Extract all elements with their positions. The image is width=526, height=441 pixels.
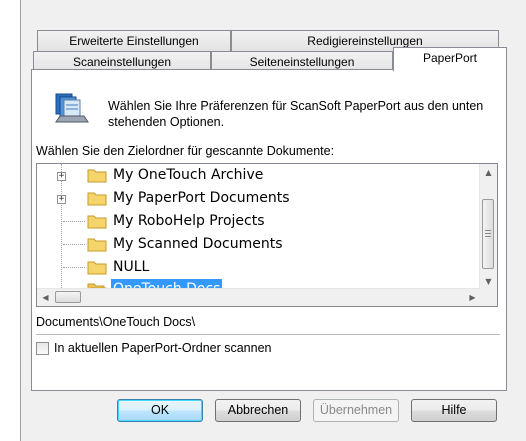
help-button[interactable]: Hilfe [411, 399, 497, 422]
expand-toggle[interactable]: + [57, 195, 66, 204]
tree-branch-line [63, 244, 85, 245]
folder-icon [87, 169, 107, 183]
tree-item[interactable]: NULL [111, 257, 151, 277]
paperport-scanner-icon [55, 93, 89, 123]
tree-item[interactable]: My PaperPort Documents [111, 188, 292, 208]
scan-current-folder-checkbox[interactable] [36, 341, 49, 355]
scrollbar-corner [480, 289, 497, 306]
tree-item[interactable]: My RoboHelp Projects [111, 211, 267, 231]
divider [36, 334, 500, 335]
tree-item[interactable]: My Scanned Documents [111, 234, 285, 254]
scroll-down-arrow-icon[interactable]: ▼ [480, 273, 497, 290]
ok-button[interactable]: OK [117, 399, 203, 422]
tab-panel-paperport: Wählen Sie Ihre Präferenzen für ScanSoft… [31, 69, 507, 391]
folder-tree[interactable]: + My OneTouch Archive + My PaperPort Doc… [36, 163, 498, 307]
grip-line [485, 236, 491, 237]
horizontal-scroll-thumb[interactable] [55, 291, 81, 303]
apply-button[interactable]: Übernehmen [313, 399, 399, 422]
folder-icon [87, 238, 107, 252]
tab-erweiterte-einstellungen[interactable]: Erweiterte Einstellungen [37, 30, 231, 51]
intro-text: Wählen Sie Ihre Präferenzen für ScanSoft… [108, 99, 484, 129]
dialog: Erweiterte Einstellungen Redigiereinstel… [20, 0, 526, 441]
grip-line [485, 233, 491, 234]
folder-icon [87, 261, 107, 275]
tree-guide-line [61, 164, 62, 290]
folder-icon [87, 215, 107, 229]
tree-branch-line [63, 267, 85, 268]
grip-line [485, 230, 491, 231]
vertical-scrollbar[interactable]: ▲ ▼ [479, 164, 497, 290]
scroll-up-arrow-icon[interactable]: ▲ [480, 164, 497, 181]
scan-current-folder-label[interactable]: In aktuellen PaperPort-Ordner scannen [54, 341, 272, 355]
vertical-scroll-thumb[interactable] [482, 199, 494, 269]
scroll-left-arrow-icon[interactable]: ◀ [37, 289, 54, 306]
tree-item[interactable]: My OneTouch Archive [111, 165, 265, 185]
scan-current-folder-option[interactable]: In aktuellen PaperPort-Ordner scannen [36, 341, 272, 355]
folder-icon [87, 192, 107, 206]
selected-path: Documents\OneTouch Docs\ [36, 315, 196, 329]
tab-paperport[interactable]: PaperPort [393, 47, 507, 71]
folder-select-label: Wählen Sie den Zielordner für gescannte … [36, 144, 335, 158]
expand-toggle[interactable]: + [57, 172, 66, 181]
horizontal-scrollbar[interactable]: ◀ ▶ [37, 288, 481, 306]
scroll-right-arrow-icon[interactable]: ▶ [464, 289, 481, 306]
tree-branch-line [63, 221, 85, 222]
cancel-button[interactable]: Abbrechen [215, 399, 301, 422]
